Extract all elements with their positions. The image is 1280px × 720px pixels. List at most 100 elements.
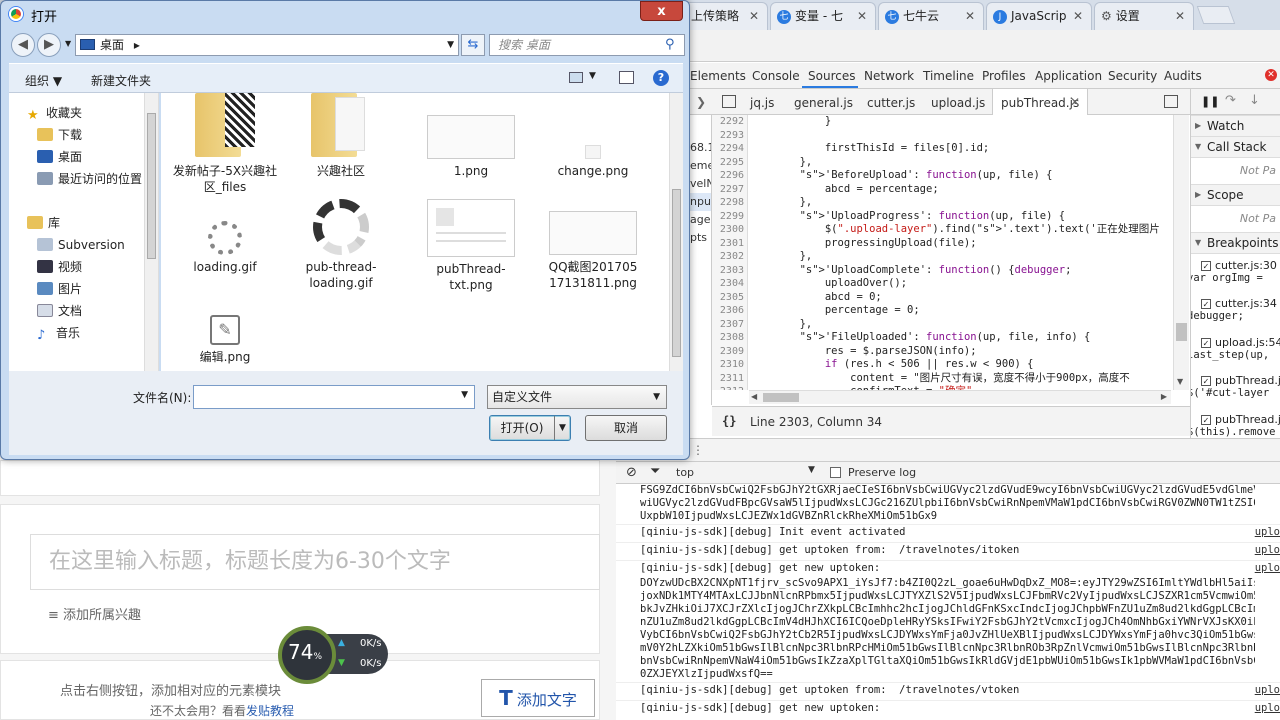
tab-elements[interactable]: Elements — [690, 69, 746, 83]
breakpoint-item[interactable]: ✓ pubThread.js $(this).remove — [1191, 413, 1280, 438]
new-folder-button[interactable]: 新建文件夹 — [91, 72, 151, 89]
close-icon[interactable]: ✕ — [1073, 3, 1083, 29]
favorites-header[interactable]: ★ 收藏夹 — [27, 103, 82, 123]
checkbox-checked-icon[interactable]: ✓ — [1201, 376, 1211, 386]
help-icon[interactable]: ? — [653, 70, 669, 86]
browser-tab-qiniu[interactable]: 七七牛云 ✕ — [878, 2, 984, 30]
code-line[interactable]: } — [749, 115, 1171, 129]
code-line[interactable]: "s">'UploadComplete': function() {debugg… — [749, 264, 1171, 278]
nav-item-pictures[interactable]: 图片 — [37, 279, 82, 299]
tab-profiles[interactable]: Profiles — [982, 69, 1026, 83]
nav-fragment[interactable]: ages — [690, 211, 711, 229]
scrollbar-thumb[interactable] — [147, 113, 156, 259]
code-line[interactable]: abcd = 0; — [749, 291, 1171, 305]
forward-button[interactable]: ▶ — [37, 33, 61, 57]
code-line[interactable]: if (res.h < 506 || res.w < 900) { — [749, 358, 1171, 372]
history-dropdown-icon[interactable]: ▼ — [65, 39, 71, 48]
scroll-right-arrow-icon[interactable]: ▶ — [1161, 392, 1167, 401]
context-selector[interactable]: top — [676, 466, 694, 479]
close-icon[interactable]: ✕ — [965, 3, 975, 29]
path-segment[interactable]: 桌面 — [100, 38, 124, 52]
call-stack-section[interactable]: Call Stack — [1191, 136, 1280, 158]
file-item[interactable]: pubThread-txt.png — [415, 199, 527, 293]
line-number[interactable]: 2304 — [712, 277, 747, 291]
line-number[interactable]: 2307 — [712, 318, 747, 332]
nav-item-documents[interactable]: 文档 — [37, 301, 82, 321]
checkbox-checked-icon[interactable]: ✓ — [1201, 415, 1211, 425]
step-into-icon[interactable]: ↓ — [1249, 93, 1260, 108]
close-icon[interactable]: ✕ — [1175, 3, 1185, 29]
nav-pane-scrollbar[interactable] — [144, 93, 158, 371]
debugger-sidebar-toggle-icon[interactable] — [1164, 95, 1178, 108]
line-number[interactable]: 2311 — [712, 372, 747, 386]
code-line[interactable]: abcd = percentage; — [749, 183, 1171, 197]
file-item[interactable]: ✎ 编辑.png — [169, 315, 281, 365]
preview-pane-icon[interactable] — [619, 71, 634, 84]
filename-input[interactable]: ▼ — [193, 385, 475, 409]
clear-console-icon[interactable]: ⊘ — [626, 465, 637, 480]
tutorial-link[interactable]: 发贴教程 — [246, 704, 294, 718]
search-icon[interactable]: ⚲ — [665, 37, 675, 52]
nav-item-downloads[interactable]: 下载 — [37, 125, 82, 145]
line-number[interactable]: 2294 — [712, 142, 747, 156]
line-number[interactable]: 2297 — [712, 183, 747, 197]
refresh-button[interactable]: ⇆ — [461, 34, 485, 56]
pretty-print-icon[interactable]: {} — [722, 414, 736, 428]
nav-item-desktop[interactable]: 桌面 — [37, 147, 82, 167]
close-button[interactable]: x — [640, 1, 683, 21]
pause-icon[interactable]: ❚❚ — [1201, 95, 1219, 108]
console-source-link[interactable]: uplo — [1255, 562, 1280, 574]
console-source-link[interactable]: uplo — [1255, 702, 1280, 714]
breakpoint-item[interactable]: ✓ cutter.js:34 debugger; — [1191, 297, 1277, 322]
console-source-link[interactable]: uplo — [1255, 544, 1280, 556]
nav-fragment[interactable]: nput — [690, 193, 711, 211]
code-line[interactable]: }, — [749, 196, 1171, 210]
file-type-select[interactable]: 自定义文件 ▼ — [487, 385, 667, 409]
line-number[interactable]: 2295 — [712, 156, 747, 170]
line-number[interactable]: 2309 — [712, 345, 747, 359]
file-tab-pubthread[interactable]: pubThread.js — [1001, 96, 1079, 110]
line-number[interactable]: 2301 — [712, 237, 747, 251]
code-line[interactable]: "s">'FileUploaded': function(up, file, i… — [749, 331, 1171, 345]
code-line[interactable]: res = $.parseJSON(info); — [749, 345, 1171, 359]
watch-section[interactable]: Watch — [1191, 115, 1280, 137]
navigator-toggle-icon[interactable]: ❯ — [696, 95, 706, 109]
tab-audits[interactable]: Audits — [1164, 69, 1202, 83]
line-number[interactable]: 2292 — [712, 115, 747, 129]
view-options-icon[interactable] — [569, 72, 583, 83]
file-item[interactable]: 发新帖子-5X兴趣社区_files — [169, 93, 281, 195]
chevron-down-icon[interactable]: ▼ — [653, 386, 660, 408]
cancel-button[interactable]: 取消 — [585, 415, 667, 441]
add-text-button[interactable]: T 添加文字 — [481, 679, 595, 717]
line-number[interactable]: 2305 — [712, 291, 747, 305]
line-number[interactable]: 2306 — [712, 304, 747, 318]
code-line[interactable]: "s">'UploadProgress': function(up, file)… — [749, 210, 1171, 224]
open-button[interactable]: 打开(O) ▼ — [489, 415, 571, 441]
tab-timeline[interactable]: Timeline — [923, 69, 974, 83]
breakpoint-item[interactable]: ✓ pubThread.js $('#cut-layer — [1191, 374, 1280, 399]
breakpoint-item[interactable]: ✓ upload.js:54 last_step(up, — [1191, 336, 1280, 361]
code-line[interactable]: }, — [749, 318, 1171, 332]
tab-application[interactable]: Application — [1035, 69, 1102, 83]
checkbox-checked-icon[interactable]: ✓ — [1201, 338, 1211, 348]
chevron-right-icon[interactable]: ▸ — [134, 38, 140, 52]
search-input[interactable]: 搜索 桌面 — [489, 34, 685, 56]
close-icon[interactable]: ✕ — [1070, 95, 1080, 109]
code-line[interactable]: progressingUpload(file); — [749, 237, 1171, 251]
code-horizontal-scrollbar[interactable]: ◀ ▶ — [749, 390, 1171, 404]
chevron-down-icon[interactable]: ▼ — [554, 416, 570, 440]
file-tab-jq[interactable]: jq.js — [750, 96, 774, 110]
line-number[interactable]: 2293 — [712, 129, 747, 143]
line-number[interactable]: 2303 — [712, 264, 747, 278]
file-item[interactable]: change.png — [537, 93, 649, 179]
chevron-down-icon[interactable]: ▼ — [461, 390, 468, 400]
filter-icon[interactable]: ⏷ — [650, 464, 660, 479]
nav-item-subversion[interactable]: Subversion — [37, 235, 125, 255]
nav-fragment[interactable]: velN — [690, 175, 711, 193]
file-tab-upload[interactable]: upload.js — [931, 96, 985, 110]
nav-fragment[interactable]: pts — [690, 229, 711, 247]
file-item[interactable]: pub-thread-loading.gif — [285, 199, 397, 291]
breakpoint-item[interactable]: ✓ cutter.js:30 var orgImg = — [1191, 259, 1277, 284]
scroll-down-arrow-icon[interactable]: ▼ — [1177, 377, 1183, 386]
library-header[interactable]: 库 — [27, 213, 60, 233]
